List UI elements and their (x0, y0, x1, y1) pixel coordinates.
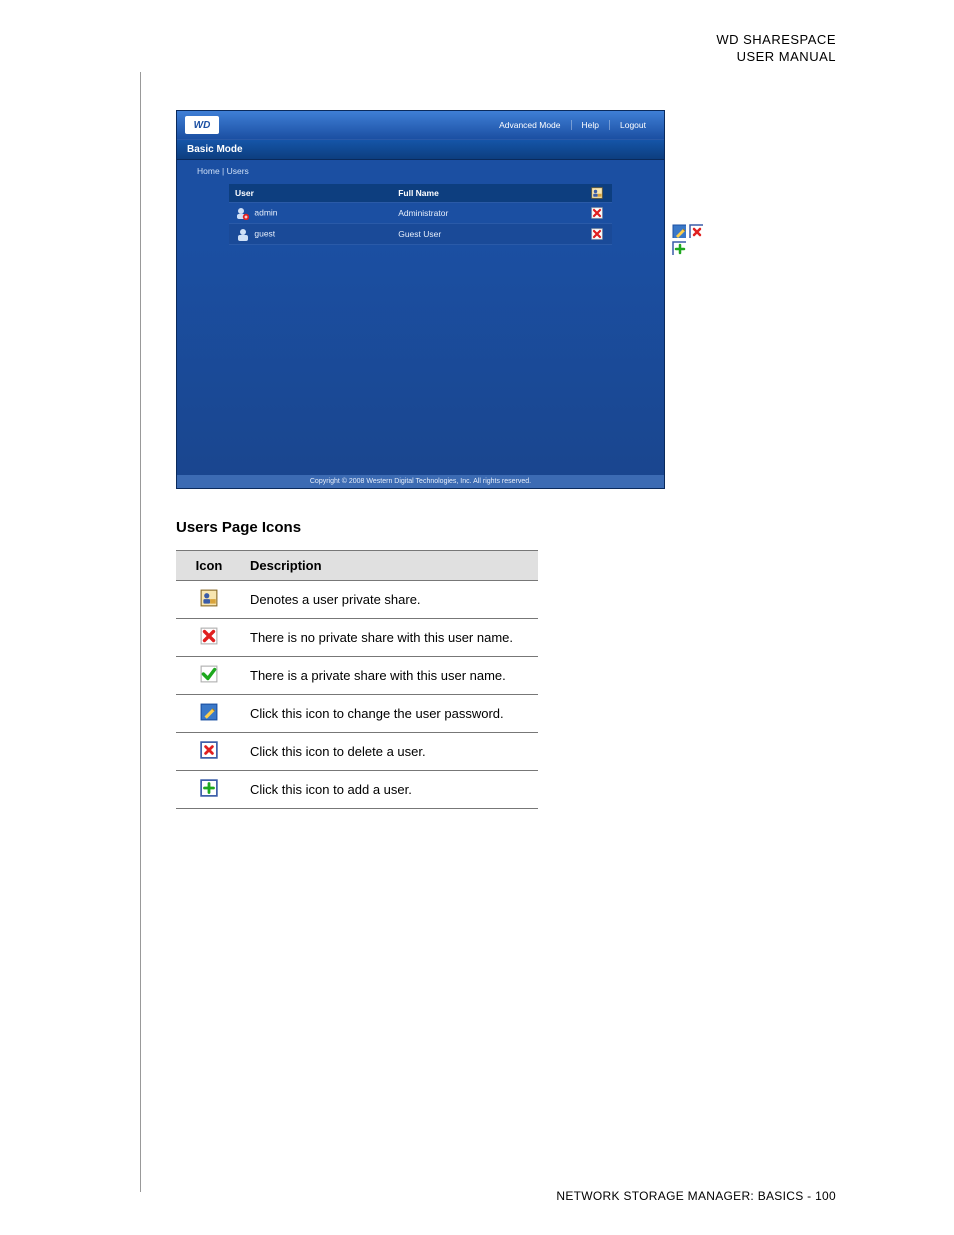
cell-user: admin (229, 203, 392, 224)
page-footer: NETWORK STORAGE MANAGER: BASICS - 100 (556, 1189, 836, 1203)
description-cell: There is a private share with this user … (242, 657, 538, 695)
cell-fullname: Guest User (392, 224, 578, 245)
mode-bar: Basic Mode (177, 140, 664, 160)
delete-user-icon (200, 741, 218, 759)
user-guest-icon (235, 227, 249, 241)
icon-cell (176, 695, 242, 733)
breadcrumb: Home | Users (177, 160, 664, 184)
wd-logo: WD (185, 116, 219, 134)
col-description: Description (242, 551, 538, 581)
top-links: Advanced Mode Help Logout (489, 120, 656, 130)
users-table: User Full Name admin Administrator (229, 184, 612, 245)
section-title: Users Page Icons (176, 519, 836, 536)
icon-cell (176, 657, 242, 695)
no-private-icon (591, 228, 603, 240)
link-advanced-mode[interactable]: Advanced Mode (489, 120, 570, 130)
page-header: WD SHARESPACE USER MANUAL (716, 32, 836, 66)
edit-password-icon[interactable] (672, 224, 686, 238)
has-private-icon (200, 665, 218, 683)
private-share-icon (591, 187, 603, 199)
description-cell: Denotes a user private share. (242, 581, 538, 619)
icon-cell (176, 581, 242, 619)
link-help[interactable]: Help (571, 120, 609, 130)
description-cell: Click this icon to change the user passw… (242, 695, 538, 733)
user-admin-icon (235, 206, 249, 220)
table-row: Click this icon to add a user. (176, 771, 538, 809)
table-row: There is no private share with this user… (176, 619, 538, 657)
col-fullname: Full Name (392, 184, 578, 203)
link-logout[interactable]: Logout (609, 120, 656, 130)
screenshot: WD Advanced Mode Help Logout Basic Mode … (176, 110, 665, 489)
description-cell: There is no private share with this user… (242, 619, 538, 657)
screenshot-topbar: WD Advanced Mode Help Logout (177, 111, 664, 140)
add-user-icon (200, 779, 218, 797)
row-action-icons (672, 204, 703, 255)
description-cell: Click this icon to add a user. (242, 771, 538, 809)
icon-cell (176, 733, 242, 771)
cell-user-label: guest (254, 228, 275, 238)
table-row: There is a private share with this user … (176, 657, 538, 695)
cell-fullname: Administrator (392, 203, 578, 224)
icon-cell (176, 771, 242, 809)
col-status-icon (578, 184, 612, 203)
header-line-1: WD SHARESPACE (716, 32, 836, 49)
delete-user-icon[interactable] (689, 224, 703, 238)
cell-user: guest (229, 224, 392, 245)
edit-password-icon (200, 703, 218, 721)
table-row: Denotes a user private share. (176, 581, 538, 619)
table-row: Click this icon to change the user passw… (176, 695, 538, 733)
description-cell: Click this icon to delete a user. (242, 733, 538, 771)
col-user: User (229, 184, 392, 203)
col-icon: Icon (176, 551, 242, 581)
header-line-2: USER MANUAL (716, 49, 836, 66)
screenshot-footer: Copyright © 2008 Western Digital Technol… (177, 475, 664, 488)
add-user-icon[interactable] (672, 241, 686, 255)
icon-description-table: Icon Description Denotes a user private … (176, 550, 538, 809)
icon-cell (176, 619, 242, 657)
table-row: Click this icon to delete a user. (176, 733, 538, 771)
private-share-icon (200, 589, 218, 607)
no-private-icon (591, 207, 603, 219)
margin-rule (140, 72, 141, 1192)
cell-user-label: admin (254, 207, 277, 217)
no-private-icon (200, 627, 218, 645)
